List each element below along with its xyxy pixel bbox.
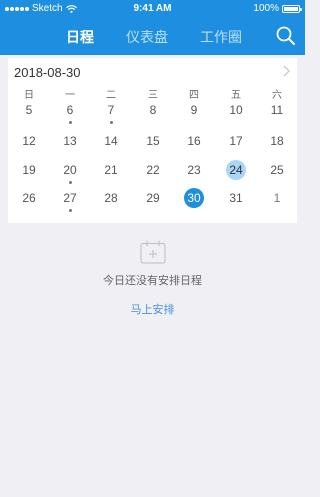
calendar-day[interactable]: 31 [226, 188, 246, 208]
calendar-card: 2018-08-30 日 一 二 三 四 五 六 5 6 7 8 9 10 11… [8, 58, 297, 223]
weekday-label: 二 [106, 90, 116, 101]
header-tabs: 日程 仪表盘 工作圈 [0, 22, 305, 52]
battery-icon [282, 5, 302, 13]
calendar-day[interactable]: 26 [19, 188, 39, 208]
weekday-label: 三 [148, 90, 158, 101]
top-bar: Sketch 9:41 AM 100% 日程 仪表盘 工作圈 [0, 0, 305, 55]
tab-work-circle[interactable]: 工作圈 [200, 27, 242, 47]
calendar-day[interactable]: 10 [226, 100, 246, 120]
weekday-header: 日 一 二 三 四 五 六 [8, 86, 297, 101]
calendar-day[interactable]: 12 [19, 131, 39, 151]
calendar-day[interactable]: 28 [101, 188, 121, 208]
calendar-day[interactable]: 5 [19, 100, 39, 120]
calendar-day[interactable]: 6 [60, 100, 80, 124]
calendar-day-label: 7 [107, 103, 115, 117]
event-dot [109, 121, 113, 124]
calendar-day[interactable]: 17 [226, 131, 246, 151]
status-right: 100% [253, 0, 302, 18]
calendar-day[interactable]: 19 [19, 160, 39, 180]
calendar-day-selected[interactable]: 30 [184, 188, 204, 208]
schedule-now-link[interactable]: 马上安排 [0, 301, 305, 317]
weekday-label: 日 [24, 90, 34, 101]
status-bar: Sketch 9:41 AM 100% [0, 0, 305, 18]
calendar-day[interactable]: 27 [60, 188, 80, 212]
calendar-day[interactable]: 29 [143, 188, 163, 208]
calendar-day-label: 6 [66, 103, 74, 117]
calendar-day-label: 20 [63, 163, 77, 177]
weekday-label: 一 [65, 90, 75, 101]
calendar-day[interactable]: 14 [101, 131, 121, 151]
calendar-day[interactable]: 21 [101, 160, 121, 180]
calendar-day-next-month[interactable]: 1 [267, 188, 287, 208]
calendar-add-icon [140, 240, 166, 264]
calendar-day[interactable]: 11 [267, 100, 287, 120]
calendar-day[interactable]: 22 [143, 160, 163, 180]
tab-dashboard[interactable]: 仪表盘 [126, 27, 168, 47]
event-dot [68, 209, 72, 212]
calendar-day[interactable]: 18 [267, 131, 287, 151]
calendar-day[interactable]: 25 [267, 160, 287, 180]
calendar-day[interactable]: 15 [143, 131, 163, 151]
calendar-day[interactable]: 13 [60, 131, 80, 151]
weekday-label: 四 [189, 90, 199, 101]
calendar-date-title[interactable]: 2018-08-30 [14, 65, 81, 80]
search-icon[interactable] [275, 25, 297, 47]
calendar-day[interactable]: 16 [184, 131, 204, 151]
calendar-day[interactable]: 8 [143, 100, 163, 120]
chevron-right-icon[interactable] [281, 64, 291, 78]
calendar-day[interactable]: 20 [60, 160, 80, 184]
event-dot [68, 181, 72, 184]
weekday-label: 六 [272, 90, 282, 101]
event-dot [68, 121, 72, 124]
calendar-day[interactable]: 23 [184, 160, 204, 180]
tab-schedule[interactable]: 日程 [66, 27, 94, 47]
calendar-day[interactable]: 7 [101, 100, 121, 124]
calendar-day[interactable]: 9 [184, 100, 204, 120]
calendar-day-label: 27 [63, 191, 77, 205]
empty-state-message: 今日还没有安排日程 [103, 275, 202, 287]
weekday-label: 五 [231, 90, 241, 101]
battery-label: 100% [253, 3, 279, 14]
calendar-day-highlighted[interactable]: 24 [226, 160, 246, 180]
